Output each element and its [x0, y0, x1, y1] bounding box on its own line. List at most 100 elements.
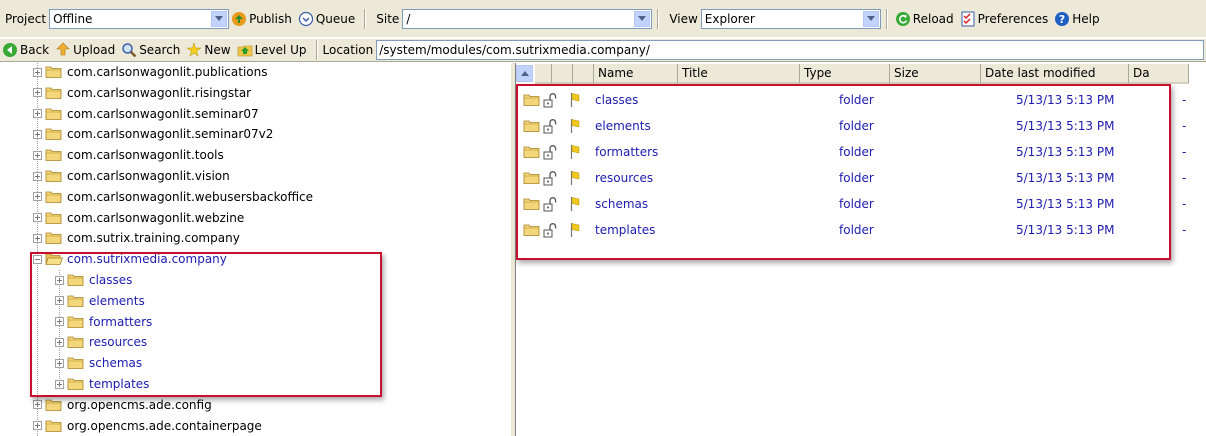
- tree-item[interactable]: com.carlsonwagonlit.webusersbackoffice: [33, 187, 313, 207]
- cell-name[interactable]: elements: [595, 119, 651, 133]
- folder-icon: [45, 253, 63, 266]
- cell-type: folder: [839, 223, 874, 237]
- column-header[interactable]: Type: [800, 64, 890, 84]
- folder-icon: [67, 378, 84, 390]
- view-label: View: [669, 11, 698, 26]
- list-header: Name Title Type Size Date last modified Da: [535, 64, 1189, 84]
- expand-icon[interactable]: [55, 275, 64, 285]
- tree-child-item[interactable]: elements: [55, 291, 145, 311]
- expand-icon[interactable]: [33, 129, 42, 139]
- expand-icon[interactable]: [33, 88, 42, 98]
- tree-child-item[interactable]: classes: [55, 270, 132, 290]
- site-select[interactable]: /: [402, 8, 653, 29]
- folder-icon: [523, 198, 540, 210]
- cell-name[interactable]: templates: [595, 223, 655, 237]
- cell-name[interactable]: classes: [595, 93, 638, 107]
- collapse-icon[interactable]: [33, 254, 42, 264]
- tree-item[interactable]: com.carlsonwagonlit.seminar07v2: [33, 124, 273, 144]
- project-label: Project: [5, 11, 47, 26]
- tree-item[interactable]: com.carlsonwagonlit.seminar07: [33, 104, 259, 124]
- cell-extra: -: [1182, 119, 1187, 133]
- unlock-icon: [543, 171, 557, 186]
- folder-icon: [67, 336, 84, 349]
- tree-item[interactable]: com.carlsonwagonlit.tools: [33, 145, 224, 165]
- folder-icon: [67, 274, 84, 286]
- tree-item-label: formatters: [89, 314, 153, 329]
- expand-icon[interactable]: [33, 109, 42, 119]
- file-list: Name Title Type Size Date last modified Da cl…: [516, 63, 1206, 436]
- tree-item[interactable]: org.opencms.ade.containerpage: [33, 416, 262, 436]
- tree-item[interactable]: com.carlsonwagonlit.risingstar: [33, 83, 251, 103]
- chevron-down-icon[interactable]: [211, 10, 228, 27]
- new-button[interactable]: New: [184, 39, 234, 61]
- column-header-flag[interactable]: [573, 64, 594, 84]
- chevron-down-icon[interactable]: [862, 10, 879, 27]
- unlock-icon: [543, 223, 557, 238]
- column-header[interactable]: Name: [594, 64, 678, 84]
- folder-icon: [45, 108, 62, 120]
- location-input[interactable]: /system/modules/com.sutrixmedia.company/: [376, 40, 1204, 60]
- expand-icon[interactable]: [33, 213, 42, 223]
- level-up-button[interactable]: Level Up: [235, 39, 311, 61]
- project-select[interactable]: Offline: [49, 8, 230, 29]
- column-header[interactable]: Date last modified: [981, 64, 1129, 84]
- chevron-down-icon[interactable]: [634, 10, 651, 27]
- tree-child-item[interactable]: formatters: [55, 312, 152, 332]
- help-button[interactable]: ? Help: [1052, 8, 1103, 30]
- preferences-button[interactable]: Preferences: [958, 8, 1053, 30]
- flag-icon: [570, 119, 580, 133]
- search-label: Search: [139, 43, 181, 57]
- scroll-up-button[interactable]: [516, 65, 533, 82]
- tree-item-label: classes: [89, 273, 133, 287]
- table-row[interactable]: elements folder 5/13/13 5:13 PM -: [516, 113, 1206, 139]
- queue-label: Queue: [315, 11, 356, 26]
- tree-child-item[interactable]: schemas: [55, 353, 142, 373]
- tree-item[interactable]: com.sutrixmedia.company: [33, 249, 227, 269]
- tree-item[interactable]: com.sutrix.training.company: [33, 228, 240, 248]
- folder-icon: [45, 66, 62, 78]
- tree-item[interactable]: org.opencms.ade.config: [33, 395, 212, 415]
- queue-button[interactable]: Queue: [296, 8, 359, 30]
- expand-icon[interactable]: [55, 296, 64, 306]
- tree-child-item[interactable]: resources: [55, 332, 147, 352]
- expand-icon[interactable]: [33, 400, 42, 410]
- table-row[interactable]: resources folder 5/13/13 5:13 PM -: [516, 165, 1206, 191]
- reload-button[interactable]: Reload: [893, 8, 958, 30]
- toolbar-separator: [364, 8, 367, 29]
- table-row[interactable]: formatters folder 5/13/13 5:13 PM -: [516, 139, 1206, 165]
- column-header[interactable]: Title: [678, 64, 800, 84]
- column-header-icon[interactable]: [535, 64, 552, 84]
- expand-icon[interactable]: [55, 358, 64, 368]
- view-select[interactable]: Explorer: [700, 8, 881, 29]
- cell-name[interactable]: resources: [595, 171, 653, 185]
- expand-icon[interactable]: [55, 337, 64, 347]
- column-header[interactable]: Size: [890, 64, 981, 84]
- folder-icon: [67, 295, 84, 307]
- search-button[interactable]: Search: [119, 39, 184, 61]
- tree-item[interactable]: com.carlsonwagonlit.publications: [33, 63, 267, 82]
- upload-button[interactable]: Upload: [53, 39, 119, 61]
- table-row[interactable]: classes folder 5/13/13 5:13 PM -: [516, 87, 1206, 113]
- back-button[interactable]: Back: [0, 39, 53, 61]
- column-header-lock[interactable]: [552, 64, 573, 84]
- expand-icon[interactable]: [33, 233, 42, 243]
- expand-icon[interactable]: [33, 421, 42, 431]
- flag-icon: [570, 145, 580, 159]
- expand-icon[interactable]: [33, 67, 42, 77]
- column-header[interactable]: Da: [1129, 64, 1189, 84]
- tree-item[interactable]: com.carlsonwagonlit.webzine: [33, 208, 244, 228]
- expand-icon[interactable]: [33, 171, 42, 181]
- folder-icon: [45, 128, 62, 141]
- cell-name[interactable]: formatters: [595, 145, 658, 159]
- expand-icon[interactable]: [33, 150, 42, 160]
- tree-child-item[interactable]: templates: [55, 374, 149, 394]
- table-row[interactable]: schemas folder 5/13/13 5:13 PM -: [516, 191, 1206, 217]
- publish-button[interactable]: Publish: [229, 8, 296, 30]
- cell-name[interactable]: schemas: [595, 197, 648, 211]
- new-icon: [186, 42, 203, 57]
- tree-item[interactable]: com.carlsonwagonlit.vision: [33, 166, 230, 186]
- table-row[interactable]: templates folder 5/13/13 5:13 PM -: [516, 217, 1206, 243]
- expand-icon[interactable]: [33, 192, 42, 202]
- expand-icon[interactable]: [55, 379, 64, 389]
- expand-icon[interactable]: [55, 317, 64, 327]
